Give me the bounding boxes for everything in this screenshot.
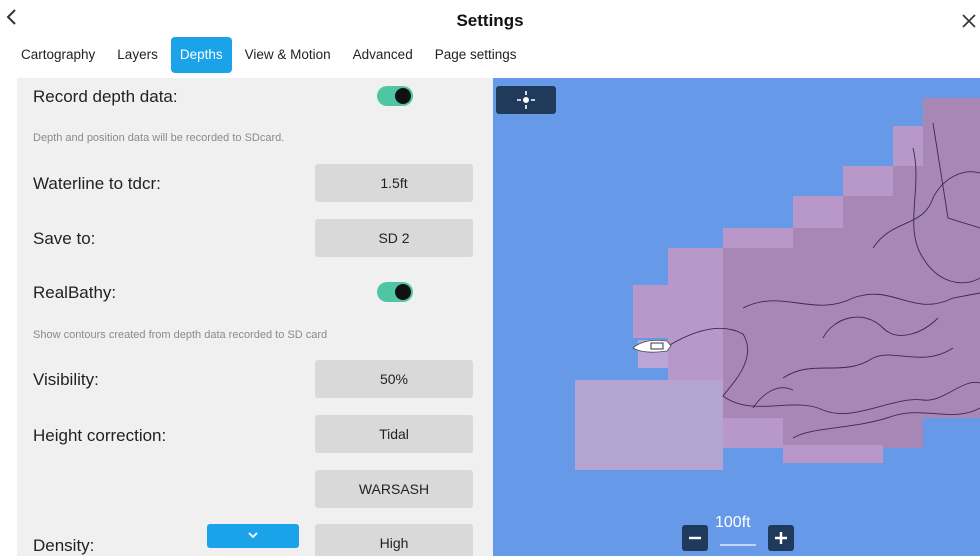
depths-settings-panel[interactable]: Record depth data: Depth and position da… xyxy=(17,78,493,556)
waterline-label: Waterline to tdcr: xyxy=(33,174,161,193)
zoom-in-button[interactable] xyxy=(768,525,794,551)
tab-advanced[interactable]: Advanced xyxy=(344,37,422,73)
density-label: Density: xyxy=(33,536,95,555)
plus-icon xyxy=(775,532,787,544)
density-value-button[interactable]: High xyxy=(315,524,473,556)
tab-bar: Cartography Layers Depths View & Motion … xyxy=(0,36,980,74)
chart-map[interactable]: 100ft xyxy=(493,78,980,556)
height-correction-label: Height correction: xyxy=(33,426,167,445)
minus-icon xyxy=(689,536,701,540)
tab-depths[interactable]: Depths xyxy=(170,37,232,73)
record-depth-hint: Depth and position data will be recorded… xyxy=(33,132,285,144)
tab-page-settings[interactable]: Page settings xyxy=(426,37,526,73)
expand-button[interactable] xyxy=(207,524,299,548)
realbathy-toggle[interactable] xyxy=(377,282,413,302)
zoom-out-button[interactable] xyxy=(682,525,708,551)
waterline-value-button[interactable]: 1.5ft xyxy=(315,164,473,202)
chevron-down-icon xyxy=(248,532,258,539)
tidal-station-button[interactable]: WARSASH xyxy=(315,470,473,508)
save-to-label: Save to: xyxy=(33,229,96,248)
realbathy-label: RealBathy: xyxy=(33,283,117,302)
bathymetry-overlay xyxy=(575,98,980,470)
close-button[interactable] xyxy=(960,12,978,30)
record-depth-toggle[interactable] xyxy=(377,86,413,106)
close-icon xyxy=(962,14,976,28)
map-scale-label: 100ft xyxy=(715,514,751,531)
toggle-knob xyxy=(395,284,411,300)
realbathy-hint: Show contours created from depth data re… xyxy=(33,329,328,341)
height-correction-value-button[interactable]: Tidal xyxy=(315,415,473,453)
visibility-label: Visibility: xyxy=(33,370,99,389)
tab-view-motion[interactable]: View & Motion xyxy=(236,37,340,73)
save-to-value-button[interactable]: SD 2 xyxy=(315,219,473,257)
tab-cartography[interactable]: Cartography xyxy=(12,37,104,73)
record-depth-label: Record depth data: xyxy=(33,87,178,106)
tab-layers[interactable]: Layers xyxy=(108,37,167,73)
toggle-knob xyxy=(395,88,411,104)
vessel-icon xyxy=(632,339,672,353)
map-scale-bar xyxy=(720,544,756,546)
center-vessel-button[interactable] xyxy=(496,86,556,114)
page-title: Settings xyxy=(456,11,524,30)
crosshair-icon xyxy=(517,91,535,109)
visibility-value-button[interactable]: 50% xyxy=(315,360,473,398)
